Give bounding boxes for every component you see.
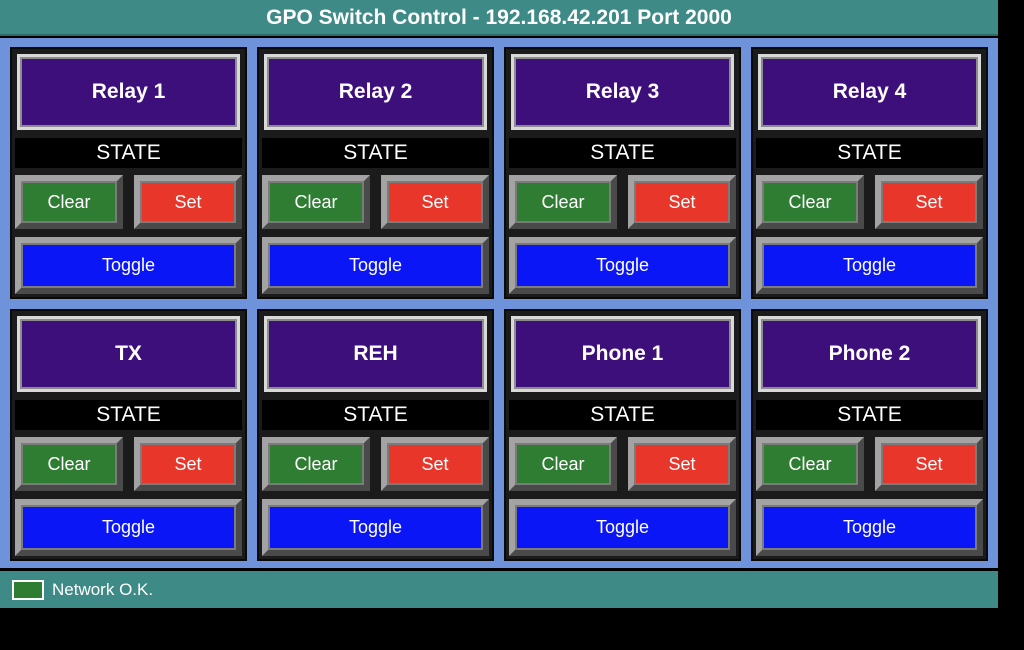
toggle-button-label: Toggle	[270, 507, 481, 548]
relay-button-row: Clear Set	[756, 175, 983, 229]
relay-button-row: Clear Set	[262, 175, 489, 229]
toggle-button[interactable]: Toggle	[262, 499, 489, 556]
clear-button-label: Clear	[270, 183, 362, 221]
clear-button[interactable]: Clear	[15, 437, 123, 491]
toggle-button-label: Toggle	[270, 245, 481, 286]
toggle-button-label: Toggle	[23, 245, 234, 286]
relay-card: Relay 4 STATE Clear Set Toggle	[751, 47, 988, 299]
relay-grid: Relay 1 STATE Clear Set Toggle Relay 2 S…	[10, 47, 988, 561]
relay-state-indicator: STATE	[756, 400, 983, 430]
toggle-button-label: Toggle	[517, 507, 728, 548]
network-status-indicator	[12, 579, 44, 600]
set-button[interactable]: Set	[628, 175, 736, 229]
clear-button-label: Clear	[517, 445, 609, 483]
gpo-switch-app: GPO Switch Control - 192.168.42.201 Port…	[0, 0, 1024, 650]
relay-card: Relay 3 STATE Clear Set Toggle	[504, 47, 741, 299]
toggle-button-label: Toggle	[23, 507, 234, 548]
relay-name-label: REH	[264, 316, 487, 392]
set-button[interactable]: Set	[134, 175, 242, 229]
clear-button[interactable]: Clear	[509, 175, 617, 229]
relay-button-row: Clear Set	[15, 437, 242, 491]
relay-name-label: Phone 2	[758, 316, 981, 392]
relay-card: Phone 2 STATE Clear Set Toggle	[751, 309, 988, 561]
relay-name-label: Phone 1	[511, 316, 734, 392]
clear-button-label: Clear	[23, 445, 115, 483]
network-status-label: Network O.K.	[52, 579, 154, 599]
set-button-label: Set	[636, 445, 728, 483]
set-button-label: Set	[883, 183, 975, 221]
toggle-button[interactable]: Toggle	[15, 499, 242, 556]
clear-button[interactable]: Clear	[509, 437, 617, 491]
toggle-button-label: Toggle	[764, 507, 975, 548]
set-button-label: Set	[389, 445, 481, 483]
page-title: GPO Switch Control - 192.168.42.201 Port…	[0, 0, 998, 36]
set-button[interactable]: Set	[381, 175, 489, 229]
relay-state-indicator: STATE	[509, 138, 736, 168]
set-button-label: Set	[142, 183, 234, 221]
relay-name-label: TX	[17, 316, 240, 392]
clear-button[interactable]: Clear	[262, 175, 370, 229]
relay-card: TX STATE Clear Set Toggle	[10, 309, 247, 561]
set-button[interactable]: Set	[875, 437, 983, 491]
clear-button-label: Clear	[764, 445, 856, 483]
relay-name-label: Relay 2	[264, 54, 487, 130]
relay-state-indicator: STATE	[756, 138, 983, 168]
relay-state-indicator: STATE	[15, 138, 242, 168]
clear-button[interactable]: Clear	[262, 437, 370, 491]
relay-name-label: Relay 1	[17, 54, 240, 130]
relay-button-row: Clear Set	[756, 437, 983, 491]
relay-card: Relay 2 STATE Clear Set Toggle	[257, 47, 494, 299]
status-bar: Network O.K.	[0, 571, 998, 608]
clear-button-label: Clear	[270, 445, 362, 483]
toggle-button[interactable]: Toggle	[262, 237, 489, 294]
clear-button[interactable]: Clear	[756, 437, 864, 491]
toggle-button[interactable]: Toggle	[509, 237, 736, 294]
relay-state-indicator: STATE	[509, 400, 736, 430]
relay-state-indicator: STATE	[262, 400, 489, 430]
relay-button-row: Clear Set	[262, 437, 489, 491]
set-button-label: Set	[636, 183, 728, 221]
relay-name-label: Relay 3	[511, 54, 734, 130]
relay-state-indicator: STATE	[15, 400, 242, 430]
set-button[interactable]: Set	[134, 437, 242, 491]
clear-button-label: Clear	[764, 183, 856, 221]
relay-state-indicator: STATE	[262, 138, 489, 168]
clear-button-label: Clear	[23, 183, 115, 221]
toggle-button-label: Toggle	[517, 245, 728, 286]
relay-card: Relay 1 STATE Clear Set Toggle	[10, 47, 247, 299]
set-button[interactable]: Set	[875, 175, 983, 229]
relay-button-row: Clear Set	[509, 437, 736, 491]
toggle-button[interactable]: Toggle	[756, 237, 983, 294]
set-button-label: Set	[389, 183, 481, 221]
relay-button-row: Clear Set	[509, 175, 736, 229]
set-button[interactable]: Set	[381, 437, 489, 491]
toggle-button[interactable]: Toggle	[15, 237, 242, 294]
set-button-label: Set	[883, 445, 975, 483]
set-button-label: Set	[142, 445, 234, 483]
clear-button[interactable]: Clear	[15, 175, 123, 229]
clear-button[interactable]: Clear	[756, 175, 864, 229]
toggle-button-label: Toggle	[764, 245, 975, 286]
toggle-button[interactable]: Toggle	[756, 499, 983, 556]
relay-button-row: Clear Set	[15, 175, 242, 229]
relay-name-label: Relay 4	[758, 54, 981, 130]
clear-button-label: Clear	[517, 183, 609, 221]
relay-card: Phone 1 STATE Clear Set Toggle	[504, 309, 741, 561]
toggle-button[interactable]: Toggle	[509, 499, 736, 556]
relay-card: REH STATE Clear Set Toggle	[257, 309, 494, 561]
relay-panel: Relay 1 STATE Clear Set Toggle Relay 2 S…	[0, 38, 998, 568]
set-button[interactable]: Set	[628, 437, 736, 491]
